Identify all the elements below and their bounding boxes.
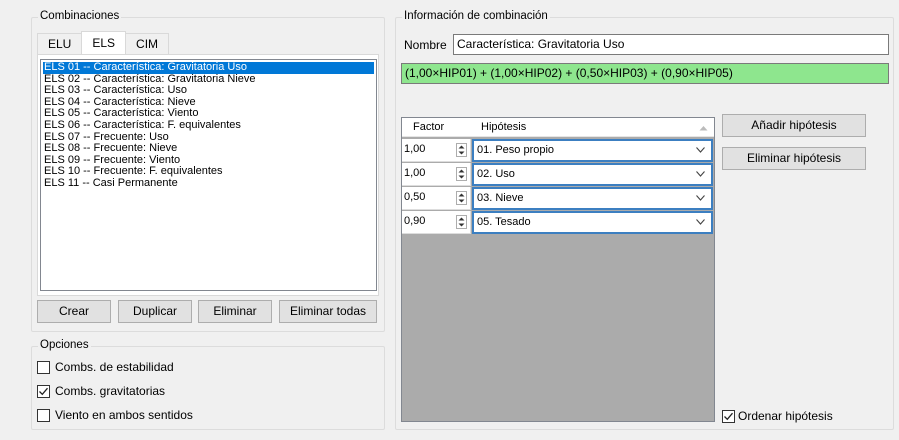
hipotesis-dropdown[interactable]: 01. Peso propio [472,139,713,162]
nombre-input[interactable]: Característica: Gravitatoria Uso [453,34,889,55]
tab-elu[interactable]: ELU [37,33,83,54]
checkmark-icon [39,387,48,395]
combination-tabs: ELU ELS CIM [37,31,170,54]
opciones-title: Opciones [38,339,91,351]
chevron-down-icon [696,195,705,201]
checkbox-box[interactable] [37,384,50,398]
factor-value[interactable]: 1,00 [404,143,425,155]
checkmark-icon [724,412,733,420]
combination-list[interactable]: ELS 01 -- Característica: Gravitatoria U… [40,59,377,291]
checkbox-box[interactable] [722,409,735,423]
chevron-down-icon [696,219,705,225]
eliminar-todas-button[interactable]: Eliminar todas [279,300,377,323]
crear-button[interactable]: Crear [37,300,111,323]
checkbox-box[interactable] [37,360,50,374]
chevron-down-icon [696,147,705,153]
hipotesis-dropdown[interactable]: 05. Tesado [472,211,713,234]
factor-cell[interactable]: 1,00 [402,163,471,186]
viento-ambos-sentidos-checkbox[interactable]: Viento en ambos sentidos [37,408,193,422]
checkbox-label: Ordenar hipótesis [738,409,833,423]
factor-cell[interactable]: 0,50 [402,187,471,210]
table-row[interactable]: 1,00 02. Uso [402,163,714,187]
factor-cell[interactable]: 1,00 [402,139,471,162]
spinner-icon[interactable] [456,143,467,157]
hipotesis-value: 01. Peso propio [477,144,555,156]
combinaciones-title: Combinaciones [38,10,122,22]
tab-cim[interactable]: CIM [125,33,170,54]
col-hipotesis-header[interactable]: Hipótesis [481,118,526,137]
nombre-label: Nombre [404,38,447,52]
sort-up-icon [699,126,708,131]
hipotesis-value: 03. Nieve [477,192,524,204]
eliminar-button[interactable]: Eliminar [198,300,272,323]
checkbox-label: Combs. gravitatorias [55,384,166,398]
checkbox-box[interactable] [37,408,50,422]
hipotesis-dropdown[interactable]: 03. Nieve [472,187,713,210]
col-factor-header[interactable]: Factor [413,118,444,137]
checkbox-label: Viento en ambos sentidos [55,408,193,422]
factor-value[interactable]: 1,00 [404,167,425,179]
combs-estabilidad-checkbox[interactable]: Combs. de estabilidad [37,360,174,374]
hipotesis-value: 05. Tesado [477,216,531,228]
tab-els[interactable]: ELS [81,31,127,54]
list-item[interactable]: ELS 08 -- Frecuente: Nieve [41,143,376,155]
hipotesis-grid[interactable]: Factor Hipótesis 1,00 01. Peso propio 1,… [401,117,715,422]
chevron-down-icon [696,171,705,177]
combs-gravitatorias-checkbox[interactable]: Combs. gravitatorias [37,384,165,398]
hipotesis-value: 02. Uso [477,168,515,180]
factor-cell[interactable]: 0,90 [402,211,471,234]
anadir-hipotesis-button[interactable]: Añadir hipótesis [722,114,866,137]
hipotesis-dropdown[interactable]: 02. Uso [472,163,713,186]
formula-display: (1,00×HIP01) + (1,00×HIP02) + (0,50×HIP0… [401,63,889,84]
table-row[interactable]: 0,90 05. Tesado [402,211,714,235]
list-item[interactable]: ELS 06 -- Característica: F. equivalente… [41,119,376,132]
spinner-icon[interactable] [456,191,467,205]
list-item[interactable]: ELS 01 -- Característica: Gravitatoria U… [43,61,374,74]
factor-value[interactable]: 0,90 [404,215,425,227]
table-row[interactable]: 1,00 01. Peso propio [402,139,714,163]
factor-value[interactable]: 0,50 [404,191,425,203]
info-title: Información de combinación [402,10,550,22]
eliminar-hipotesis-button[interactable]: Eliminar hipótesis [722,147,866,170]
checkbox-label: Combs. de estabilidad [55,360,174,374]
table-row[interactable]: 0,50 03. Nieve [402,187,714,211]
spinner-icon[interactable] [456,215,467,229]
grid-header: Factor Hipótesis [402,118,714,137]
spinner-icon[interactable] [456,167,467,181]
duplicar-button[interactable]: Duplicar [118,300,192,323]
list-item[interactable]: ELS 11 -- Casi Permanente [41,177,376,190]
ordenar-hipotesis-checkbox[interactable]: Ordenar hipótesis [722,409,833,423]
